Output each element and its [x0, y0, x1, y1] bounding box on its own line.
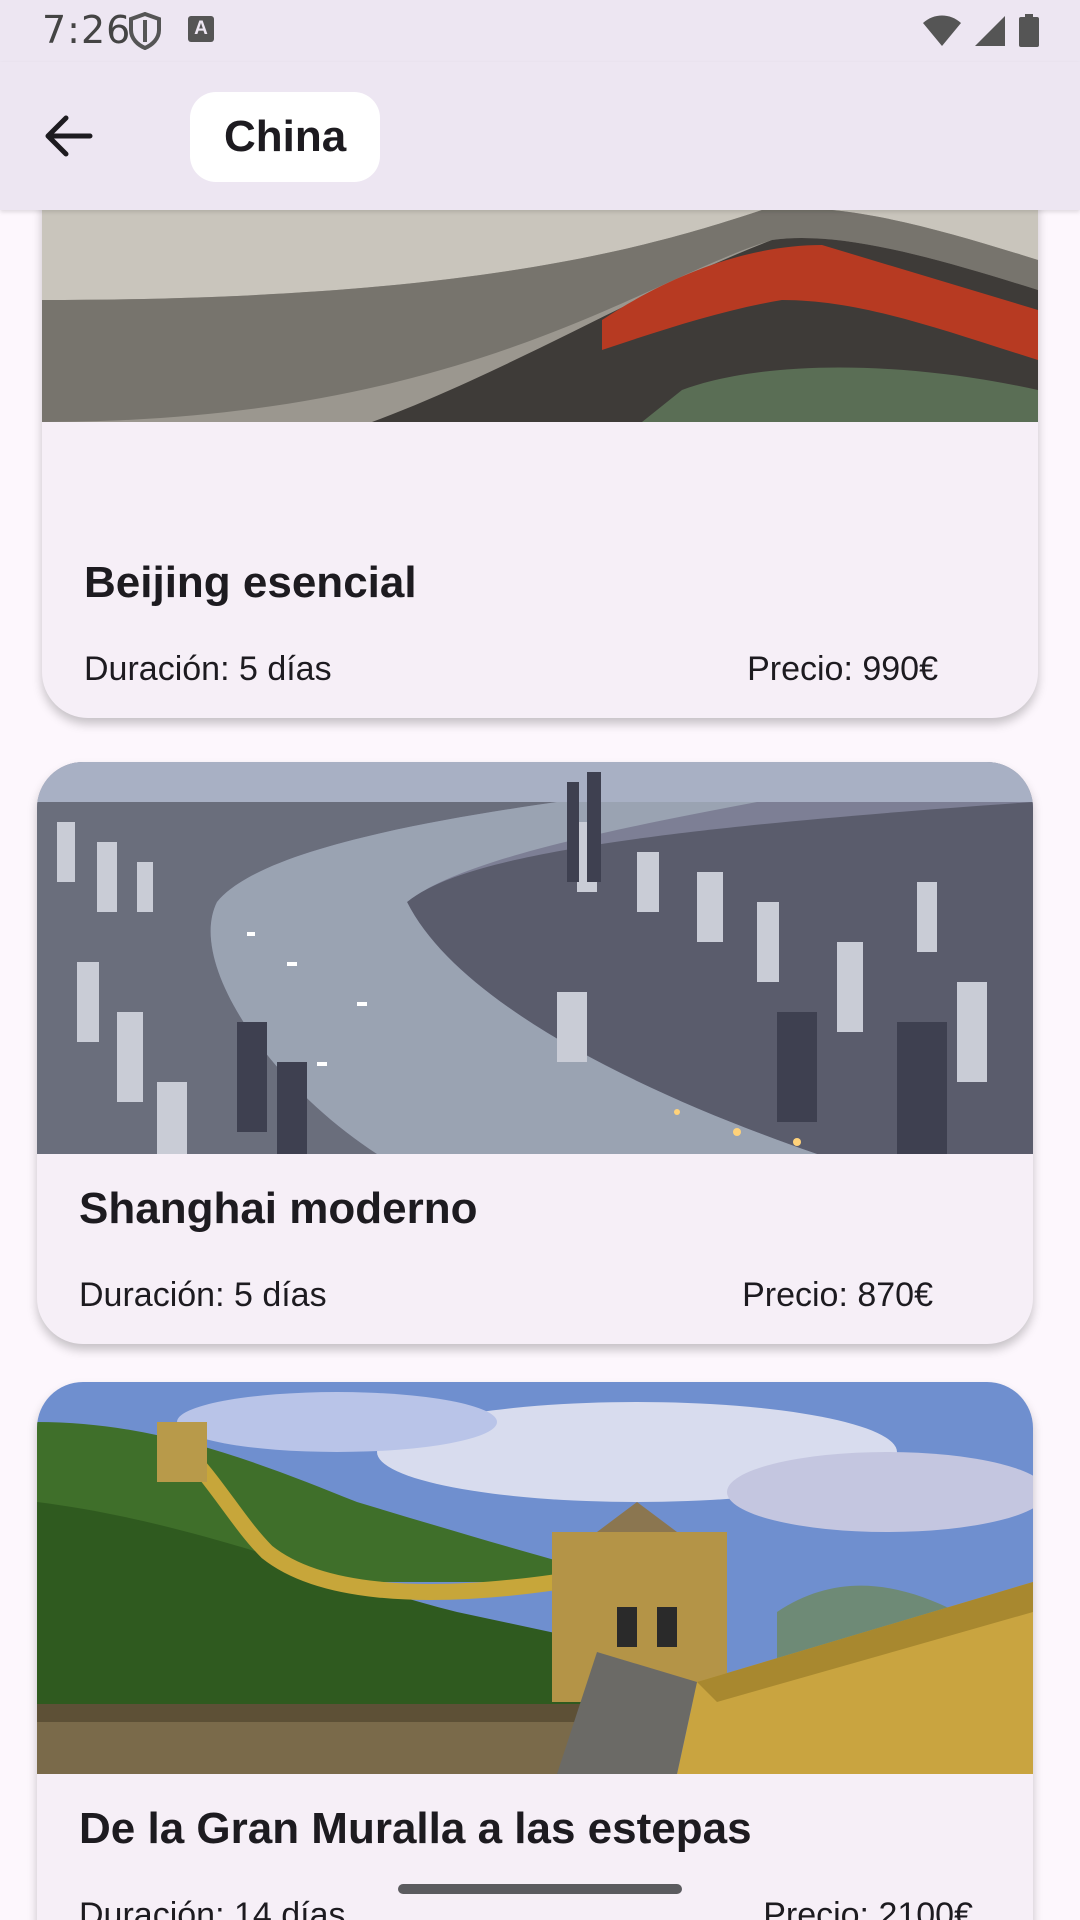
page-title: China: [224, 112, 347, 161]
app-bar: China: [0, 62, 1080, 210]
tour-duration: Duración: 5 días: [79, 1276, 327, 1314]
tour-card[interactable]: Beijing esencial Duración: 5 días Precio…: [42, 210, 1038, 718]
gesture-nav-handle[interactable]: [398, 1884, 682, 1894]
wifi-icon: [922, 15, 962, 52]
status-right-icons: [922, 14, 1040, 53]
tour-title: De la Gran Muralla a las estepas: [79, 1804, 752, 1853]
back-button[interactable]: [40, 108, 108, 164]
tour-title: Beijing esencial: [84, 558, 417, 607]
battery-icon: [1018, 14, 1040, 53]
shield-icon: [128, 11, 162, 55]
tour-duration: Duración: 14 días: [79, 1896, 346, 1920]
status-bar: 7:26 A: [0, 0, 1080, 62]
a-notification-icon: A: [188, 16, 214, 42]
arrow-back-icon: [45, 115, 93, 157]
tour-card[interactable]: Shanghai moderno Duración: 5 días Precio…: [37, 762, 1033, 1344]
tour-price: Precio: 990€: [747, 650, 938, 688]
status-time: 7:26: [42, 8, 132, 52]
tour-card[interactable]: De la Gran Muralla a las estepas Duració…: [37, 1382, 1033, 1920]
shanghai-river-aerial-photo: [37, 762, 1033, 1154]
forbidden-city-moat-photo: [42, 210, 1038, 422]
tour-duration: Duración: 5 días: [84, 650, 332, 688]
cellular-signal-icon: [974, 15, 1006, 52]
tour-price: Precio: 870€: [742, 1276, 933, 1314]
page-title-chip: China: [190, 92, 381, 182]
great-wall-photo: [37, 1382, 1033, 1774]
tour-list[interactable]: Beijing esencial Duración: 5 días Precio…: [0, 210, 1080, 1920]
tour-title: Shanghai moderno: [79, 1184, 478, 1233]
tour-price: Precio: 2100€: [763, 1896, 973, 1920]
